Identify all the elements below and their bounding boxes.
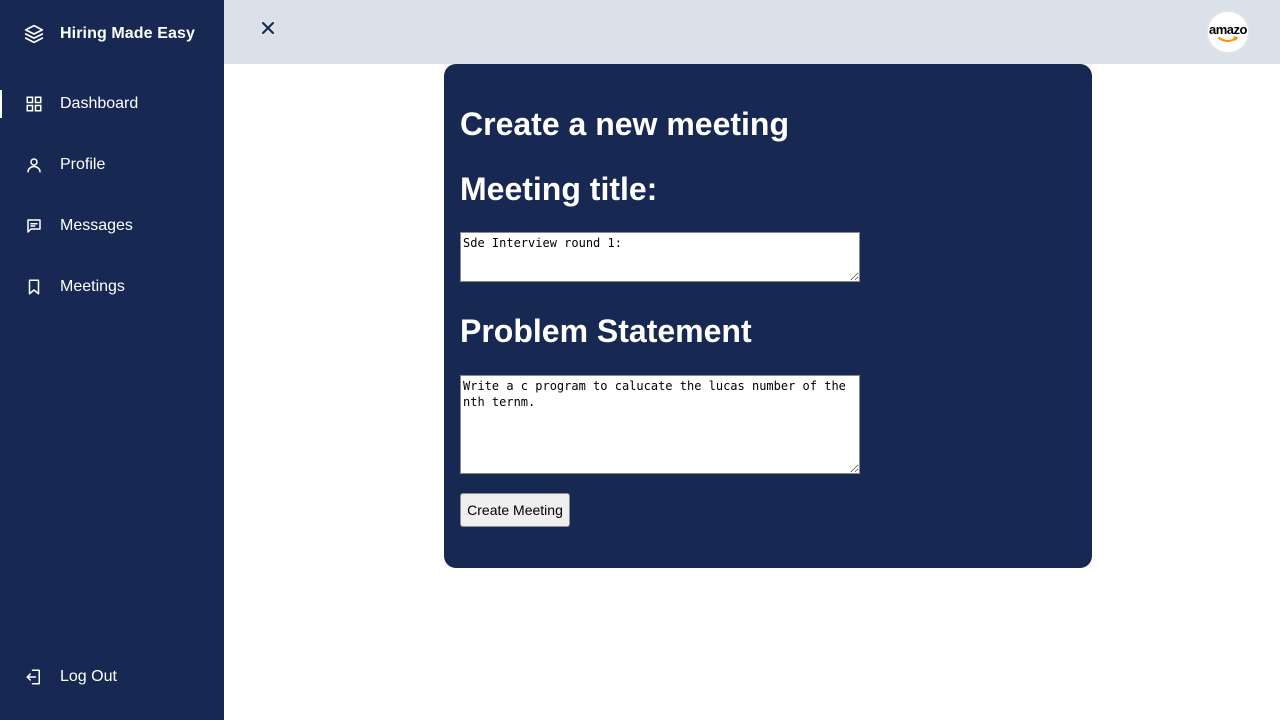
- sidebar-item-label: Profile: [60, 156, 106, 173]
- logout-icon: [24, 667, 44, 687]
- smile-arrow-icon: [1218, 35, 1239, 42]
- sidebar-item-meetings[interactable]: Meetings: [0, 267, 224, 307]
- meeting-title-label: Meeting title:: [460, 171, 658, 207]
- problem-statement-input[interactable]: Write a c program to calucate the lucas …: [460, 375, 860, 474]
- message-icon: [24, 216, 44, 236]
- sidebar-item-label: Messages: [60, 217, 133, 234]
- brand-name: Hiring Made Easy: [60, 25, 195, 42]
- grid-icon: [24, 94, 44, 114]
- sidebar-item-label: Meetings: [60, 278, 125, 295]
- sidebar-item-messages[interactable]: Messages: [0, 206, 224, 246]
- bookmark-icon: [24, 277, 44, 297]
- sidebar: Hiring Made Easy Dashboard Profile Messa…: [0, 0, 224, 720]
- user-icon: [24, 155, 44, 175]
- close-button[interactable]: [258, 18, 278, 42]
- meeting-title-input[interactable]: Sde Interview round 1:: [460, 232, 860, 282]
- avatar-logo-text: amazo: [1209, 21, 1247, 37]
- avatar[interactable]: amazo: [1208, 12, 1248, 52]
- sidebar-item-profile[interactable]: Profile: [0, 145, 224, 185]
- topbar: amazo: [224, 0, 1280, 64]
- close-icon: [261, 21, 275, 40]
- layers-icon: [24, 24, 44, 44]
- logout-button[interactable]: Log Out: [0, 657, 224, 697]
- problem-statement-label: Problem Statement: [460, 313, 752, 349]
- create-meeting-button[interactable]: Create Meeting: [460, 493, 570, 527]
- sidebar-item-dashboard[interactable]: Dashboard: [0, 84, 224, 124]
- create-meeting-card: Create a new meeting Meeting title: Sde …: [444, 64, 1092, 568]
- logout-label: Log Out: [60, 668, 117, 685]
- sidebar-item-label: Dashboard: [60, 95, 139, 112]
- brand: Hiring Made Easy: [24, 22, 195, 46]
- page-title: Create a new meeting: [460, 106, 789, 142]
